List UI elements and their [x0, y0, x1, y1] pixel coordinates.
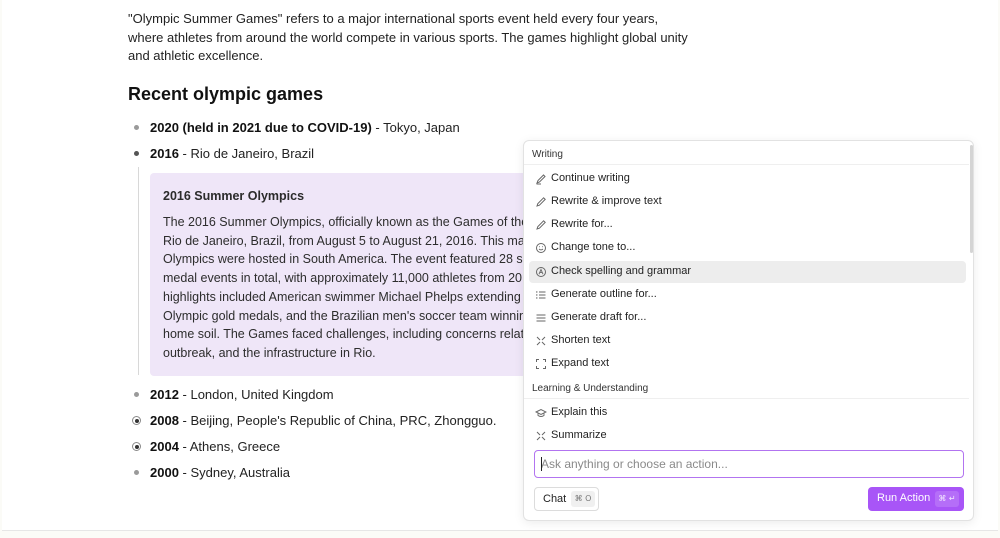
bullet-icon — [134, 470, 139, 475]
menu-item-label: Check spelling and grammar — [551, 265, 692, 277]
bullet-icon — [134, 151, 139, 156]
ask-ai-input[interactable] — [536, 452, 960, 475]
game-place: - Tokyo, Japan — [371, 120, 460, 135]
menu-item-label: Continue writing — [551, 172, 630, 184]
callout-line: Olympic gold medals, and the Brazilian m… — [163, 308, 526, 323]
game-year: 2020 (held in 2021 due to COVID-19) — [150, 120, 372, 135]
menu-item-generate-outline[interactable]: Generate outline for... — [529, 284, 966, 306]
smile-icon — [535, 242, 547, 254]
menu-item-label: Explain this — [551, 406, 608, 418]
bullet-icon — [134, 392, 139, 397]
shrink-icon — [535, 430, 547, 442]
ask-ai-field[interactable] — [534, 450, 964, 478]
game-place: - London, United Kingdom — [178, 387, 334, 402]
section-title-learning: Learning & Understanding — [532, 383, 649, 394]
game-place: - Beijing, People's Republic of China, P… — [178, 413, 497, 428]
callout-block: 2016 Summer Olympics The 2016 Summer Oly… — [150, 173, 570, 376]
callout-line: home soil. The Games faced challenges, i… — [163, 327, 532, 342]
section-title-writing: Writing — [532, 149, 563, 160]
game-place: - Athens, Greece — [178, 439, 281, 454]
pencil-icon — [535, 219, 547, 231]
callout-line: The 2016 Summer Olympics, officially kno… — [163, 215, 529, 229]
list-icon — [535, 289, 547, 301]
game-year: 2016 — [150, 146, 179, 161]
menu-item-explain-this[interactable]: Explain this — [529, 402, 966, 424]
callout-line: Rio de Janeiro, Brazil, from August 5 to… — [163, 233, 529, 248]
lines-icon — [535, 312, 547, 324]
graduation-cap-icon — [534, 407, 548, 419]
menu-item-check-spelling[interactable]: Check spelling and grammar — [529, 261, 966, 283]
game-year: 2000 — [150, 465, 179, 480]
menu-item-rewrite-improve[interactable]: Rewrite & improve text — [529, 191, 966, 213]
menu-item-change-tone[interactable]: Change tone to... — [529, 237, 966, 259]
pen-icon — [535, 173, 547, 185]
menu-item-label: Generate outline for... — [551, 288, 657, 300]
nested-block-guide — [138, 167, 139, 375]
menu-item-expand-text[interactable]: Expand text — [529, 353, 966, 375]
bullet-icon — [132, 416, 141, 425]
callout-line: outbreak, and the infrastructure in Rio. — [163, 345, 376, 360]
menu-item-shorten-text[interactable]: Shorten text — [529, 330, 966, 352]
chat-button[interactable]: Chat ⌘ O — [534, 487, 599, 511]
menu-item-label: Shorten text — [551, 334, 611, 346]
menu-item-continue-writing[interactable]: Continue writing — [529, 168, 966, 190]
menu-item-label: Change tone to... — [551, 241, 636, 253]
section-divider — [524, 164, 969, 165]
menu-item-label: Rewrite & improve text — [551, 195, 662, 207]
menu-item-label: Summarize — [551, 429, 607, 441]
bullet-icon — [132, 442, 141, 451]
text-caret — [541, 457, 542, 471]
bullet-icon — [134, 125, 139, 130]
menu-item-label: Rewrite for... — [551, 218, 613, 230]
menu-item-rewrite-for[interactable]: Rewrite for... — [529, 214, 966, 236]
chat-button-label: Chat — [543, 493, 567, 505]
chat-shortcut-hint: ⌘ O — [571, 491, 595, 507]
pencil-icon — [535, 196, 547, 208]
callout-line: highlights included American swimmer Mic… — [163, 289, 521, 304]
ai-actions-menu: Writing Continue writing Rewrite & impro… — [523, 140, 974, 521]
game-place: - Sydney, Australia — [178, 465, 290, 480]
section-divider — [524, 398, 969, 399]
menu-item-summarize[interactable]: Summarize — [529, 425, 966, 447]
menu-item-generate-draft[interactable]: Generate draft for... — [529, 307, 966, 329]
callout-body: The 2016 Summer Olympics, officially kno… — [163, 213, 563, 363]
run-shortcut-hint: ⌘ ↵ — [935, 491, 959, 507]
menu-item-label: Expand text — [551, 357, 610, 369]
shrink-icon — [535, 335, 547, 347]
callout-line: Olympics were hosted in South America. T… — [163, 252, 530, 267]
callout-title: 2016 Summer Olympics — [163, 189, 305, 203]
menu-scrollbar[interactable] — [970, 145, 973, 253]
run-action-button[interactable]: Run Action ⌘ ↵ — [868, 487, 964, 511]
section-heading: Recent olympic games — [128, 84, 324, 104]
run-action-label: Run Action — [877, 492, 931, 504]
menu-item-label: Generate draft for... — [551, 311, 647, 323]
intro-paragraph: "Olympic Summer Games" refers to a major… — [128, 11, 688, 64]
game-year: 2008 — [150, 413, 179, 428]
game-year: 2004 — [150, 439, 179, 454]
expand-icon — [535, 358, 547, 370]
game-place: - Rio de Janeiro, Brazil — [178, 146, 315, 161]
callout-line: medal events in total, with approximatel… — [163, 271, 522, 286]
game-year: 2012 — [150, 387, 179, 402]
spellcheck-icon — [535, 266, 547, 278]
